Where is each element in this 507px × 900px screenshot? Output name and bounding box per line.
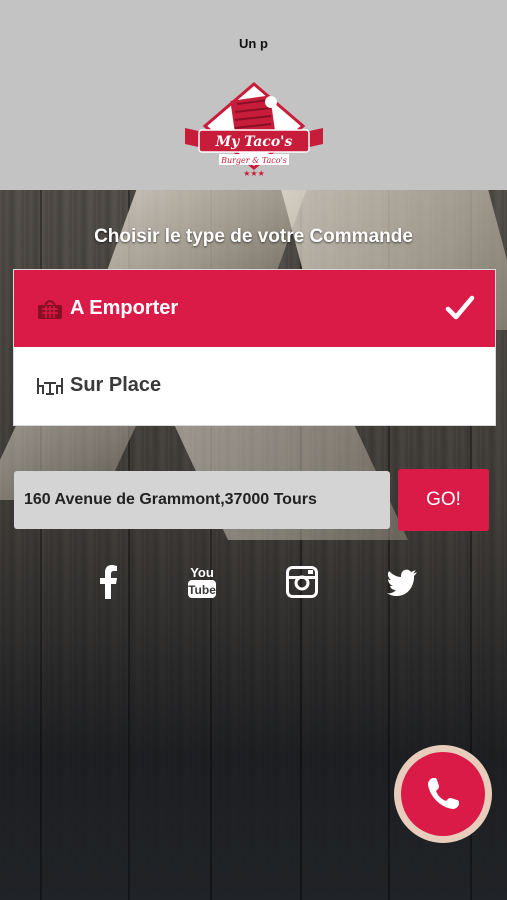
svg-text:You: You <box>190 565 214 580</box>
option-a-emporter[interactable]: A Emporter <box>14 270 495 347</box>
youtube-icon[interactable]: You Tube <box>182 562 222 602</box>
basket-icon <box>38 299 62 319</box>
facebook-icon[interactable] <box>88 562 128 602</box>
option-sur-place[interactable]: Sur Place <box>14 347 495 424</box>
twitter-icon[interactable] <box>382 562 422 602</box>
checkmark-icon <box>445 295 475 320</box>
page-title: Choisir le type de votre Commande <box>94 226 413 247</box>
header: Un p My Taco's Burger & Taco's ★★★ <box>0 0 507 190</box>
table-chairs-icon <box>37 377 63 395</box>
my-tacos-logo: My Taco's Burger & Taco's ★★★ <box>185 82 323 178</box>
address-input[interactable]: 160 Avenue de Grammont,37000 Tours <box>14 471 390 529</box>
svg-text:★★★: ★★★ <box>243 169 265 178</box>
top-text: Un p <box>239 36 268 51</box>
order-type-options: A Emporter Sur Place <box>13 269 496 426</box>
option-label: A Emporter <box>70 297 179 319</box>
svg-text:Burger & Taco's: Burger & Taco's <box>220 156 287 165</box>
call-button[interactable] <box>394 745 492 843</box>
svg-text:Tube: Tube <box>188 583 216 597</box>
phone-icon <box>428 778 459 809</box>
go-button[interactable]: GO! <box>398 469 489 531</box>
option-label: Sur Place <box>70 374 162 396</box>
svg-text:My Taco's: My Taco's <box>215 134 293 150</box>
instagram-icon[interactable] <box>282 562 322 602</box>
